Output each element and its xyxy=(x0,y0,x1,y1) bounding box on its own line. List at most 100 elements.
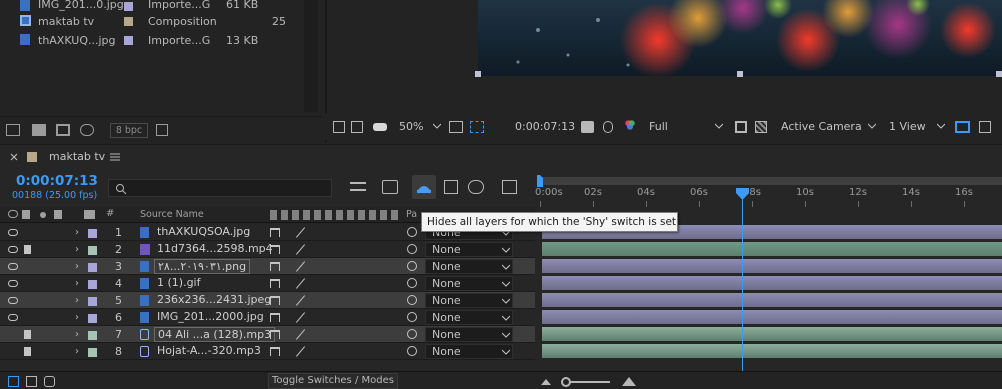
zoom-level[interactable]: 50% xyxy=(399,120,423,133)
resolution-select[interactable]: Full xyxy=(649,120,668,133)
draft-3d-icon[interactable] xyxy=(382,180,398,194)
camera-select[interactable]: Active Camera xyxy=(781,120,862,133)
toggle-switches-modes-button[interactable]: Toggle Switches / Modes xyxy=(268,373,398,389)
quality-switch-icon[interactable] xyxy=(295,329,306,340)
3d-glasses-icon[interactable] xyxy=(373,123,387,131)
panel-menu-icon[interactable] xyxy=(110,153,120,161)
parent-pickwhip-icon[interactable] xyxy=(407,295,417,305)
layer-name[interactable]: 236x236...2431.jpeg xyxy=(157,293,271,306)
layer-row[interactable]: › 2 11d7364...2598.mp4 None xyxy=(0,241,535,258)
playhead-icon[interactable] xyxy=(736,188,749,200)
layer-name[interactable]: 04 Ali ...a (128).mp3 xyxy=(154,327,276,342)
project-scrollbar[interactable] xyxy=(304,0,318,112)
eye-icon[interactable] xyxy=(8,229,18,236)
label-color-swatch[interactable] xyxy=(88,280,97,289)
layer-name[interactable]: IMG_201...2000.jpg xyxy=(157,310,264,323)
shy-switch-icon[interactable] xyxy=(270,296,280,305)
speaker-icon[interactable] xyxy=(24,330,31,339)
new-folder-icon[interactable] xyxy=(32,124,46,136)
trash-icon[interactable] xyxy=(156,124,168,136)
eye-icon[interactable] xyxy=(8,263,18,270)
layer-name[interactable]: Hojat-A...-320.mp3 xyxy=(157,344,261,357)
quality-switch-icon[interactable] xyxy=(295,244,306,255)
layer-row[interactable]: › 6 IMG_201...2000.jpg None xyxy=(0,309,535,326)
transparency-grid-icon[interactable] xyxy=(755,121,767,133)
project-item[interactable]: maktab tv Composition 25 xyxy=(0,12,304,31)
parent-pickwhip-icon[interactable] xyxy=(407,312,417,322)
quality-switch-icon[interactable] xyxy=(295,346,306,357)
transform-handle[interactable] xyxy=(737,71,743,77)
speaker-icon[interactable] xyxy=(24,245,31,254)
layer-duration-bar[interactable] xyxy=(542,293,1002,307)
quality-switch-icon[interactable] xyxy=(295,312,306,323)
comp-preview-image[interactable] xyxy=(478,0,1002,76)
transfer-controls-pane-icon[interactable] xyxy=(26,376,37,387)
layer-duration-bar[interactable] xyxy=(542,259,1002,273)
layer-row[interactable]: › 4 1 (1).gif None xyxy=(0,275,535,292)
in-out-pane-icon[interactable] xyxy=(44,376,55,387)
quality-switch-icon[interactable] xyxy=(295,227,306,238)
composition-mini-flowchart-icon[interactable] xyxy=(350,182,366,191)
parent-select[interactable]: None xyxy=(425,242,513,257)
zoom-slider-handle[interactable] xyxy=(561,377,571,387)
layer-switches-pane-icon[interactable] xyxy=(8,376,19,387)
3d-view-icon[interactable] xyxy=(979,121,991,133)
toggle-pixel-aspect-icon[interactable] xyxy=(955,121,970,133)
parent-select[interactable]: None xyxy=(425,310,513,325)
expand-arrow-icon[interactable]: › xyxy=(75,312,79,323)
expand-arrow-icon[interactable]: › xyxy=(75,227,79,238)
parent-pickwhip-icon[interactable] xyxy=(407,329,417,339)
graph-editor-icon[interactable] xyxy=(502,180,517,194)
transform-handle[interactable] xyxy=(996,71,1002,77)
camera-snapshot-icon[interactable] xyxy=(581,121,594,133)
label-color-swatch[interactable] xyxy=(88,348,97,357)
chevron-down-icon[interactable] xyxy=(433,122,441,130)
mask-visibility-icon[interactable] xyxy=(351,121,363,133)
zoom-out-icon[interactable] xyxy=(541,377,551,385)
color-channels-icon[interactable] xyxy=(623,119,637,131)
speaker-icon[interactable] xyxy=(24,347,31,356)
label-color-swatch[interactable] xyxy=(88,229,97,238)
layer-duration-bar[interactable] xyxy=(542,327,1002,341)
layer-search-input[interactable] xyxy=(108,179,332,197)
parent-pickwhip-icon[interactable] xyxy=(407,278,417,288)
label-color-swatch[interactable] xyxy=(88,246,97,255)
quality-switch-icon[interactable] xyxy=(295,295,306,306)
chevron-down-icon[interactable] xyxy=(715,122,723,130)
close-icon[interactable] xyxy=(10,153,18,161)
label-color-swatch[interactable] xyxy=(88,297,97,306)
source-name-header[interactable]: Source Name xyxy=(140,209,204,220)
shy-switch-icon[interactable] xyxy=(270,313,280,322)
view-layout-select[interactable]: 1 View xyxy=(889,120,926,133)
expand-arrow-icon[interactable]: › xyxy=(75,346,79,357)
snapshot-toggle-icon[interactable] xyxy=(333,121,345,133)
parent-column-header[interactable]: Pa xyxy=(406,209,417,220)
layer-duration-bar[interactable] xyxy=(542,344,1002,358)
layer-row[interactable]: › 8 Hojat-A...-320.mp3 None xyxy=(0,343,535,360)
comp-tab-name[interactable]: maktab tv xyxy=(49,150,105,163)
show-snapshot-icon[interactable] xyxy=(603,121,613,133)
current-time-display[interactable]: 0:00:07:13 xyxy=(16,173,98,189)
shy-switch-icon[interactable] xyxy=(270,279,280,288)
timeline-tab[interactable]: maktab tv xyxy=(0,145,200,169)
eye-icon[interactable] xyxy=(8,297,18,304)
parent-pickwhip-icon[interactable] xyxy=(407,244,417,254)
quality-switch-icon[interactable] xyxy=(295,278,306,289)
expand-arrow-icon[interactable]: › xyxy=(75,329,79,340)
parent-pickwhip-icon[interactable] xyxy=(407,227,417,237)
interpret-footage-icon[interactable] xyxy=(6,124,20,136)
layer-duration-bar[interactable] xyxy=(542,310,1002,324)
parent-select[interactable]: None xyxy=(425,259,513,274)
parent-select[interactable]: None xyxy=(425,293,513,308)
parent-pickwhip-icon[interactable] xyxy=(407,346,417,356)
chevron-down-icon[interactable] xyxy=(937,122,945,130)
layer-name[interactable]: 1 (1).gif xyxy=(157,276,200,289)
project-settings-icon[interactable] xyxy=(80,124,94,136)
layer-row[interactable]: › 3 ٢٠١٩٠٣١...٢٨.png None xyxy=(0,258,535,275)
layer-name[interactable]: thAXKUQSOA.jpg xyxy=(157,225,250,238)
shy-switch-icon[interactable] xyxy=(270,245,280,254)
layer-row[interactable]: › 5 236x236...2431.jpeg None xyxy=(0,292,535,309)
quality-switch-icon[interactable] xyxy=(295,261,306,272)
current-time-indicator[interactable] xyxy=(742,190,743,389)
motion-blur-icon[interactable] xyxy=(468,180,484,194)
